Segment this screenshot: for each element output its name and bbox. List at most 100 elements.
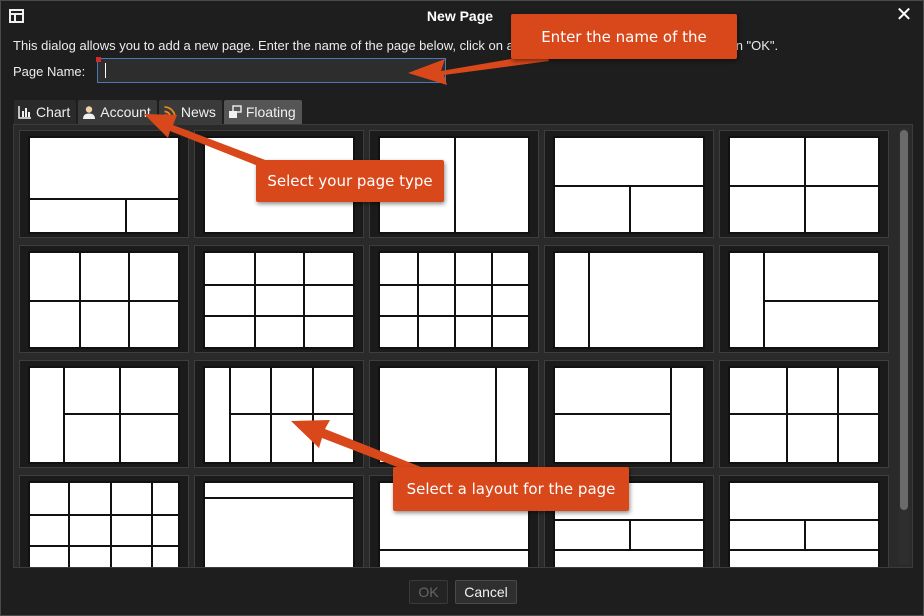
layout-preview [203,481,355,567]
layout-divider [125,198,127,232]
layout-divider [495,368,497,462]
layout-option[interactable] [369,360,539,468]
layout-divider [254,253,256,347]
user-icon [82,105,96,119]
layout-preview [28,366,180,464]
layout-divider [229,368,231,462]
layout-option[interactable] [19,245,189,353]
close-button[interactable]: ✕ [895,5,913,25]
layout-divider [555,413,670,415]
layout-divider [804,138,806,232]
layout-preview [728,251,880,349]
required-field-marker [96,57,101,62]
close-icon: ✕ [895,4,913,26]
layout-divider [730,549,878,551]
tab-label: Floating [245,104,296,120]
tab-label: Chart [36,104,71,120]
callout-select-layout: Select a layout for the page [393,467,629,511]
rss-icon [163,105,177,119]
tab-label: Account [100,104,151,120]
layout-divider [763,300,878,302]
layout-preview [378,366,530,464]
new-page-dialog: New Page ✕ This dialog allows you to add… [0,0,924,616]
layout-option[interactable] [369,245,539,353]
layout-divider [151,483,153,567]
layout-option[interactable] [194,475,364,567]
layout-divider [270,368,272,462]
layout-preview [28,481,180,567]
bar-chart-icon [18,105,32,119]
layout-divider [454,138,456,232]
layout-divider [30,198,178,200]
layout-option[interactable] [194,245,364,353]
layout-option[interactable] [719,360,889,468]
layout-preview [203,251,355,349]
layout-preview [378,251,530,349]
cancel-button[interactable]: Cancel [455,580,517,604]
tab-floating[interactable]: Floating [223,100,302,124]
layout-divider [555,549,703,551]
tab-chart[interactable]: Chart [14,100,77,124]
layout-preview [728,136,880,234]
layout-divider [30,545,178,547]
callout-select-page-type: Select your page type [256,160,444,202]
callout-text: Select your page type [267,172,433,190]
layout-divider [454,253,456,347]
title-bar: New Page ✕ [1,1,923,31]
layout-preview [553,366,705,464]
layout-divider [629,185,631,232]
layout-preview [203,366,355,464]
callout-text: Enter the name of the [541,27,707,46]
layout-divider [303,253,305,347]
tab-account[interactable]: Account [78,100,157,124]
layout-option[interactable] [719,475,889,567]
layout-divider [588,253,590,347]
layout-option[interactable] [544,245,714,353]
callout-enter-name: Enter the name of the [511,14,737,59]
page-type-tabs: Chart Account News Floating [14,100,302,124]
tab-news[interactable]: News [158,100,222,124]
layout-option[interactable] [194,360,364,468]
layout-divider [229,413,353,415]
layout-divider [205,315,353,317]
layout-option[interactable] [19,130,189,238]
layout-preview [28,136,180,234]
dialog-footer: OK Cancel [1,569,923,615]
layout-divider [629,519,631,549]
page-name-input[interactable] [97,58,446,83]
layout-divider [30,300,178,302]
layout-divider [312,368,314,462]
layout-divider [670,368,672,462]
layout-preview [28,251,180,349]
layout-option[interactable] [544,130,714,238]
scroll-thumb[interactable] [900,130,908,510]
layout-option[interactable] [719,130,889,238]
layout-divider [110,483,112,567]
ok-button[interactable]: OK [409,580,448,604]
layout-option[interactable] [19,360,189,468]
layout-divider [804,519,806,549]
layout-divider [380,549,528,551]
layout-divider [30,514,178,516]
layout-divider [128,253,130,347]
layout-divider [491,253,493,347]
layout-divider [79,253,81,347]
layout-preview [553,251,705,349]
layout-divider [63,368,65,462]
layout-preview [728,481,880,567]
text-caret [105,63,106,78]
page-name-label: Page Name: [13,64,86,79]
layout-preview [553,136,705,234]
layout-option[interactable] [544,360,714,468]
layout-divider [68,483,70,567]
layout-divider [417,253,419,347]
layout-option[interactable] [719,245,889,353]
layout-divider [205,497,353,499]
floating-windows-icon [228,105,242,119]
callout-text: Select a layout for the page [406,480,616,498]
vertical-scrollbar[interactable] [899,128,909,564]
layout-option[interactable] [19,475,189,567]
layout-divider [730,413,878,415]
tab-label: News [180,104,216,120]
layout-divider [205,284,353,286]
